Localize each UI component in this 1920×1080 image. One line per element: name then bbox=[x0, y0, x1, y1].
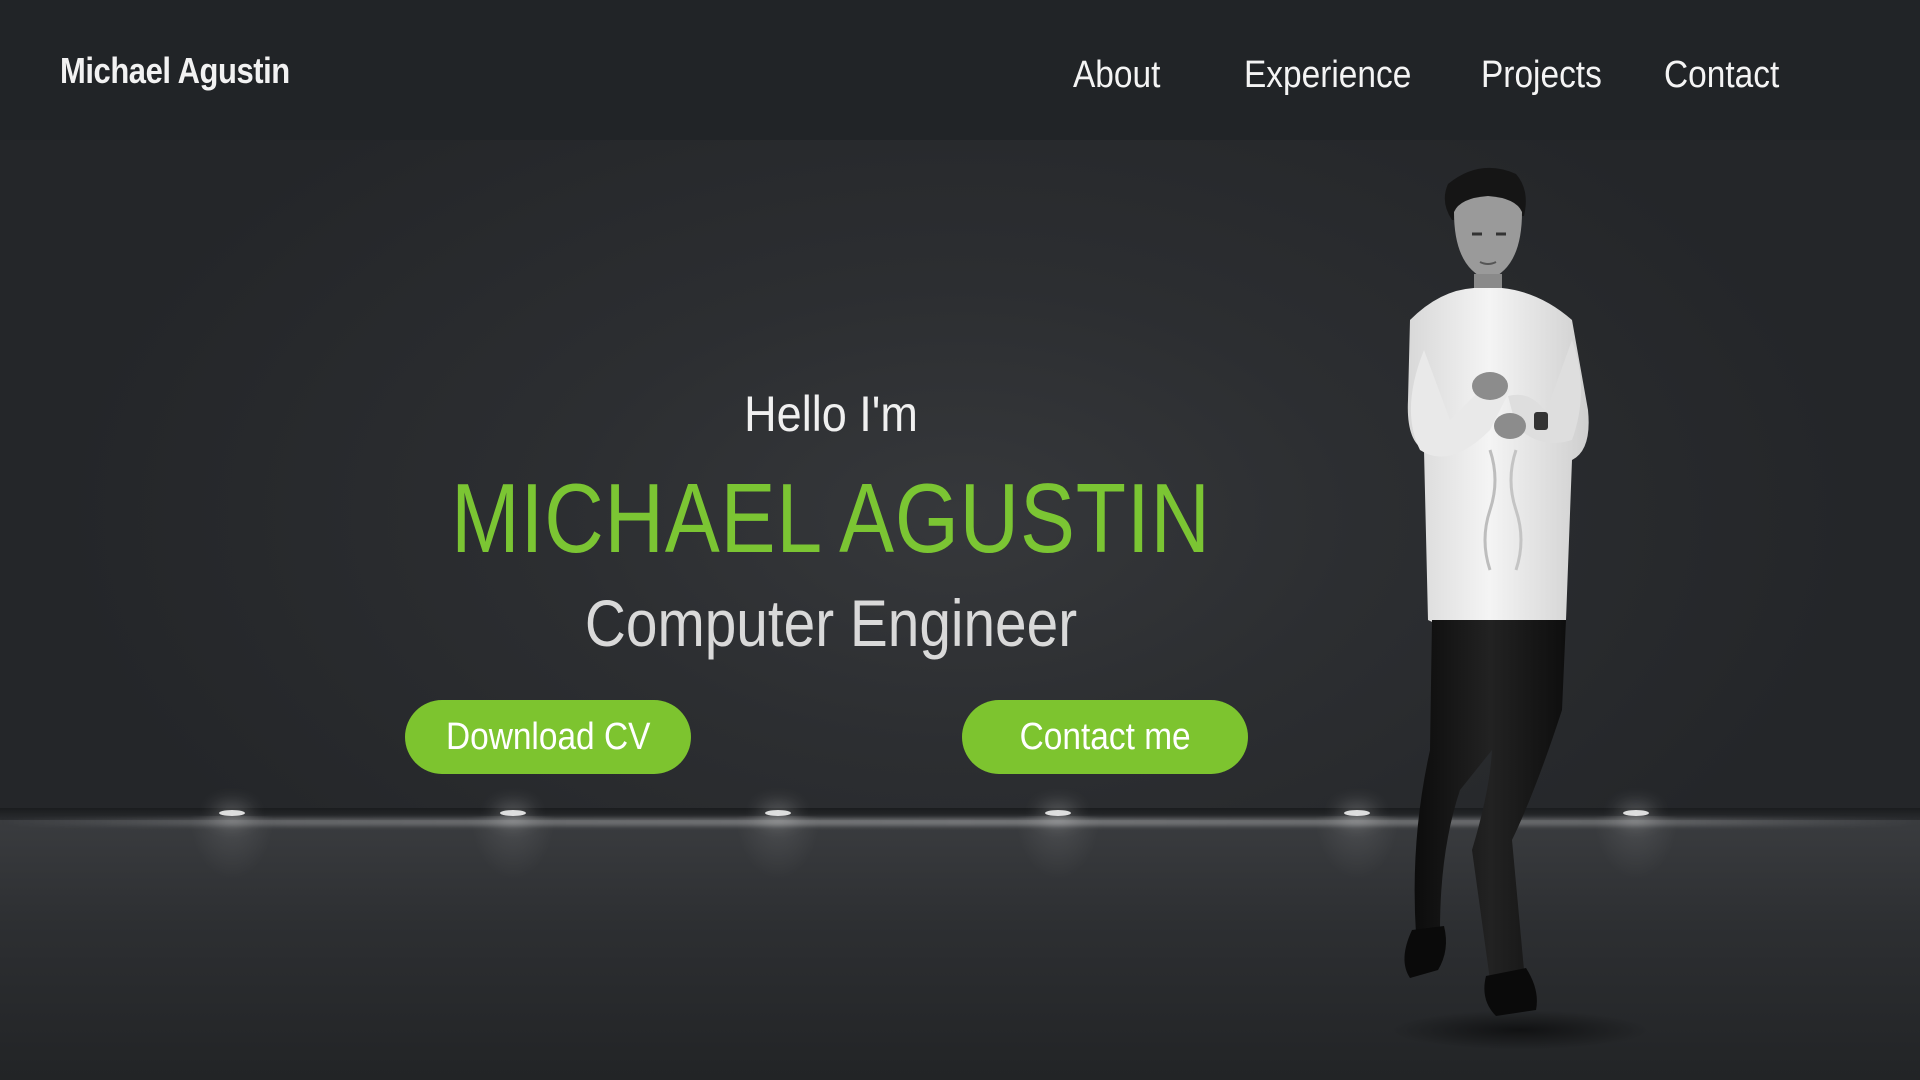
contact-me-label: Contact me bbox=[1019, 715, 1191, 758]
portfolio-page: Michael Agustin About Experience Project… bbox=[0, 0, 1920, 1080]
nav-link-experience[interactable]: Experience bbox=[1244, 54, 1411, 97]
spotlight bbox=[500, 810, 526, 816]
navbar: Michael Agustin About Experience Project… bbox=[0, 0, 1920, 140]
spotlight-glow bbox=[172, 816, 292, 936]
spotlight bbox=[765, 810, 791, 816]
hero-name: MICHAEL AGUSTIN bbox=[451, 463, 1211, 573]
spotlight bbox=[1045, 810, 1071, 816]
spotlight-glow bbox=[718, 816, 838, 936]
hero-role: Computer Engineer bbox=[584, 586, 1078, 660]
spotlight-glow bbox=[453, 816, 573, 936]
spotlight bbox=[219, 810, 245, 816]
nav-link-projects[interactable]: Projects bbox=[1481, 54, 1602, 97]
nav-link-about[interactable]: About bbox=[1073, 54, 1160, 97]
brand-logo-text[interactable]: Michael Agustin bbox=[60, 50, 290, 92]
nav-link-contact[interactable]: Contact bbox=[1664, 54, 1779, 97]
download-cv-button[interactable]: Download CV bbox=[405, 700, 691, 774]
contact-me-button[interactable]: Contact me bbox=[962, 700, 1248, 774]
spotlight-glow bbox=[998, 816, 1118, 936]
download-cv-label: Download CV bbox=[445, 715, 651, 758]
portrait-photo bbox=[1404, 167, 1589, 1016]
